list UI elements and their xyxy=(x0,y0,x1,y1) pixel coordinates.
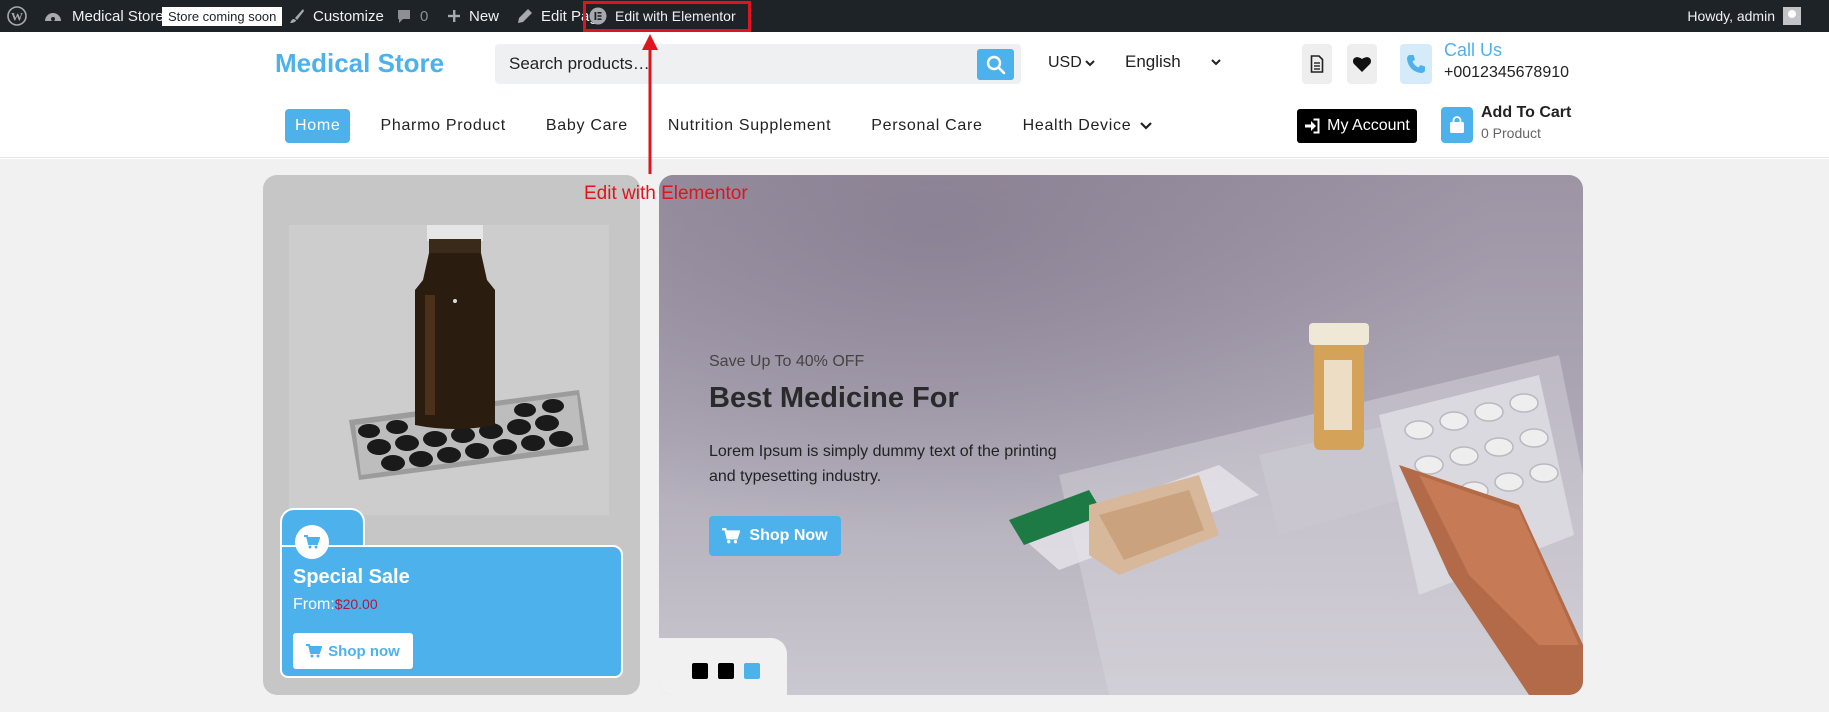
nav-item-pharmo-product[interactable]: Pharmo Product xyxy=(370,109,515,143)
special-sale-card: Special Sale From:$20.00 Shop now xyxy=(263,175,640,695)
admin-bar: W Medical Store Store coming soon Custom… xyxy=(0,0,1829,32)
search-button[interactable] xyxy=(977,49,1014,80)
language-value: English xyxy=(1125,52,1181,71)
phone-icon xyxy=(1407,55,1425,73)
chevron-down-icon xyxy=(1211,59,1221,66)
phone-icon-box xyxy=(1400,44,1432,84)
hero-shop-now-label: Shop Now xyxy=(749,527,828,544)
site-logo[interactable]: Medical Store xyxy=(275,48,444,79)
slider-dot-3[interactable] xyxy=(744,663,760,679)
svg-text:W: W xyxy=(11,10,23,24)
new-content-link[interactable]: New xyxy=(447,0,499,32)
sale-info-box: Special Sale From:$20.00 Shop now xyxy=(280,545,623,678)
hero-slider: Save Up To 40% OFF Best Medicine For Lor… xyxy=(659,175,1583,695)
currency-select[interactable]: USD xyxy=(1048,54,1095,72)
hero-description: Lorem Ipsum is simply dummy text of the … xyxy=(709,443,1057,485)
slider-dot-2[interactable] xyxy=(718,663,734,679)
hero-medicine-image xyxy=(659,175,1583,695)
search-input[interactable] xyxy=(495,44,975,84)
nav-item-label: Nutrition Supplement xyxy=(667,117,832,134)
cart-icon xyxy=(304,535,320,549)
nav-item-personal-care[interactable]: Personal Care xyxy=(861,109,992,143)
dashboard-icon xyxy=(45,13,61,21)
nav-item-nutrition-supplement[interactable]: Nutrition Supplement xyxy=(658,109,841,143)
document-icon xyxy=(1310,55,1324,73)
add-to-cart-label[interactable]: Add To Cart xyxy=(1481,104,1571,122)
my-account-button[interactable]: My Account xyxy=(1297,109,1417,143)
elementor-highlight-box xyxy=(583,1,751,32)
shop-now-button[interactable]: Shop now xyxy=(293,633,413,669)
cart-icon xyxy=(306,644,323,658)
sale-cart-badge xyxy=(295,525,329,559)
currency-value: USD xyxy=(1048,54,1082,71)
site-header: Medical Store USD English Call Us +00123… xyxy=(0,32,1829,158)
plus-icon xyxy=(448,10,460,22)
language-select[interactable]: English xyxy=(1125,52,1221,72)
nav-item-baby-care[interactable]: Baby Care xyxy=(536,109,638,143)
hero-shop-now-button[interactable]: Shop Now xyxy=(709,516,841,556)
call-us-label: Call Us xyxy=(1444,40,1503,60)
annotation-arrow-icon xyxy=(642,34,658,174)
cart-icon xyxy=(722,528,741,544)
store-status-badge[interactable]: Store coming soon xyxy=(162,0,283,32)
phone-number[interactable]: +0012345678910 xyxy=(1444,64,1569,82)
howdy-label: Howdy, admin xyxy=(1687,8,1775,24)
slider-dot-1[interactable] xyxy=(692,663,708,679)
avatar xyxy=(1783,7,1801,25)
comments-count: 0 xyxy=(420,7,429,25)
chevron-down-icon xyxy=(1140,122,1153,130)
search-bar xyxy=(495,44,1021,84)
main-navigation: Home Pharmo Product Baby Care Nutrition … xyxy=(285,109,1183,143)
store-status-label: Store coming soon xyxy=(162,6,283,26)
brush-icon xyxy=(290,9,304,23)
hero-eyebrow: Save Up To 40% OFF xyxy=(709,353,865,370)
customize-label: Customize xyxy=(313,7,384,25)
medicine-bottle-image xyxy=(289,225,609,515)
nav-item-health-device[interactable]: Health Device xyxy=(1013,109,1164,143)
pencil-icon xyxy=(518,9,532,23)
comment-icon xyxy=(398,9,410,23)
from-label: From: xyxy=(293,596,335,613)
my-account-label: My Account xyxy=(1327,117,1410,134)
annotation-label: Edit with Elementor xyxy=(584,183,748,204)
heart-icon xyxy=(1352,57,1372,72)
nav-item-label: Personal Care xyxy=(871,117,983,134)
customize-link[interactable]: Customize xyxy=(289,0,384,32)
hero-title: Best Medicine For xyxy=(709,382,959,414)
nav-item-home[interactable]: Home xyxy=(285,109,351,143)
sign-in-icon xyxy=(1305,118,1320,134)
nav-item-label: Pharmo Product xyxy=(380,117,506,134)
sale-price-line: From:$20.00 xyxy=(293,596,378,614)
cart-button[interactable] xyxy=(1441,107,1473,143)
nav-item-label: Health Device xyxy=(1022,117,1132,134)
shopping-bag-icon xyxy=(1450,116,1464,133)
comments-link[interactable]: 0 xyxy=(396,0,428,32)
account-menu[interactable]: Howdy, admin xyxy=(1687,0,1801,32)
chevron-down-icon xyxy=(1085,60,1095,67)
sale-title: Special Sale xyxy=(293,566,410,588)
cart-count: 0 Product xyxy=(1481,125,1541,141)
sale-price: $20.00 xyxy=(334,596,378,612)
nav-item-label: Home xyxy=(295,117,341,134)
wordpress-logo-icon[interactable]: W xyxy=(7,0,27,32)
compare-button[interactable] xyxy=(1302,44,1332,84)
wishlist-button[interactable] xyxy=(1347,44,1377,84)
site-name-label: Medical Store xyxy=(72,7,164,25)
site-name-menu[interactable]: Medical Store xyxy=(43,0,164,32)
new-label: New xyxy=(469,7,500,25)
nav-item-label: Baby Care xyxy=(545,117,628,134)
search-icon xyxy=(986,55,1005,74)
shop-now-label: Shop now xyxy=(328,642,400,660)
